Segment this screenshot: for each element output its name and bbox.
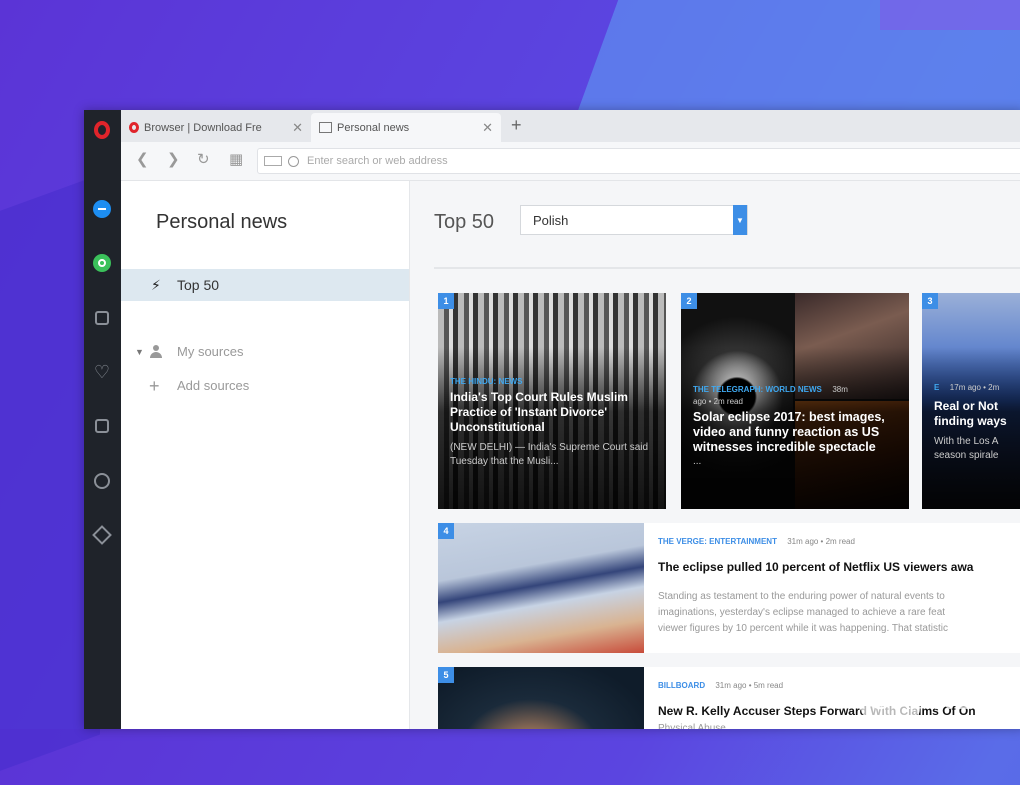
history-clock-icon[interactable] bbox=[92, 471, 112, 491]
lightning-icon: ⚡ bbox=[151, 276, 161, 293]
news-sidebar-panel: Personal news ⚡ Top 50 ▼ My sources + Ad… bbox=[121, 181, 410, 729]
tabs-grid-icon[interactable]: ▦ bbox=[229, 152, 243, 168]
plus-icon: + bbox=[149, 375, 160, 396]
news-source: BILLBOARD bbox=[658, 681, 706, 690]
news-headline[interactable]: Real or Not finding ways bbox=[934, 399, 1014, 429]
watermark-ok: OK bbox=[861, 684, 920, 716]
tab-bar: Browser | Download Fre ✕ Personal news ✕… bbox=[121, 110, 1020, 142]
news-source: THE HINDU: NEWS bbox=[450, 377, 523, 386]
selected-language: Polish bbox=[533, 212, 569, 228]
back-icon[interactable]: ❮ bbox=[136, 152, 149, 168]
tab-browser-download[interactable]: Browser | Download Fre ✕ bbox=[121, 113, 311, 142]
news-source: THE VERGE: ENTERTAINMENT bbox=[658, 537, 777, 546]
rank-badge: 5 bbox=[438, 667, 454, 683]
feed-heading: Top 50 bbox=[434, 211, 495, 233]
background-shape bbox=[880, 0, 1020, 30]
news-headline[interactable]: The eclipse pulled 10 percent of Netflix… bbox=[658, 560, 1020, 575]
news-thumbnail bbox=[438, 523, 644, 653]
news-headline[interactable]: India's Top Court Rules Muslim Practice … bbox=[450, 390, 658, 435]
opera-favicon-icon bbox=[129, 122, 139, 133]
page-badge-icon bbox=[264, 156, 282, 166]
rank-badge: 1 bbox=[438, 293, 454, 309]
news-excerpt: (NEW DELHI) — India's Supreme Court said… bbox=[450, 442, 649, 467]
speed-dial-icon[interactable] bbox=[92, 308, 112, 328]
news-meta: 31m ago • 2m read bbox=[787, 537, 855, 546]
watermark: SOFT- OK .NET bbox=[770, 684, 992, 716]
news-excerpt-line: imaginations, yesterday's eclipse manage… bbox=[658, 607, 946, 618]
bookmarks-heart-icon[interactable]: ♡ bbox=[92, 362, 112, 382]
personal-news-icon[interactable] bbox=[92, 416, 112, 436]
opera-sidebar: ♡ bbox=[84, 110, 121, 729]
news-source: THE TELEGRAPH: WORLD NEWS bbox=[693, 385, 822, 394]
nav-item-label: My sources bbox=[177, 344, 244, 359]
nav-item-my-sources[interactable]: ▼ My sources bbox=[135, 344, 243, 359]
tab-personal-news[interactable]: Personal news ✕ bbox=[311, 113, 501, 142]
nav-item-label: Top 50 bbox=[177, 277, 220, 293]
news-favicon-icon bbox=[319, 122, 332, 133]
news-excerpt: ... bbox=[693, 456, 702, 467]
news-meta: 17m ago • 2m bbox=[949, 383, 1000, 392]
new-tab-plus-icon[interactable]: + bbox=[511, 116, 522, 134]
chevron-down-icon[interactable]: ▼ bbox=[733, 205, 747, 235]
close-icon[interactable]: ✕ bbox=[482, 120, 493, 136]
panel-title: Personal news bbox=[156, 211, 288, 233]
news-excerpt: With the Los A season spirale bbox=[934, 436, 999, 461]
forward-icon[interactable]: ❯ bbox=[167, 152, 180, 168]
news-source: E bbox=[934, 383, 940, 392]
person-icon bbox=[149, 344, 163, 359]
nav-item-label: Add sources bbox=[177, 378, 250, 393]
divider bbox=[434, 267, 1020, 269]
opera-menu-icon[interactable] bbox=[92, 120, 112, 140]
extensions-cube-icon[interactable] bbox=[92, 525, 112, 545]
chevron-down-icon[interactable]: ▼ bbox=[135, 347, 149, 357]
news-thumbnail bbox=[438, 667, 644, 729]
address-field[interactable]: Enter search or web address bbox=[257, 148, 1020, 174]
address-toolbar: ❮ ❯ ↻ ▦ Enter search or web address bbox=[121, 142, 1020, 181]
rank-badge: 2 bbox=[681, 293, 697, 309]
news-excerpt-line: viewer figures by 10 percent while it wa… bbox=[658, 623, 948, 634]
watermark-text: .NET bbox=[923, 684, 992, 715]
news-meta: ago • 2m read bbox=[693, 397, 743, 406]
messenger-icon[interactable] bbox=[92, 199, 112, 219]
whatsapp-icon[interactable] bbox=[92, 253, 112, 273]
close-icon[interactable]: ✕ bbox=[292, 120, 303, 136]
browser-window: ♡ Browser | Download Fre ✕ Personal news… bbox=[84, 110, 1020, 729]
tab-title: Browser | Download Fre bbox=[144, 121, 262, 134]
news-excerpt-line: Standing as testament to the enduring po… bbox=[658, 591, 945, 602]
nav-item-top50[interactable]: ⚡ Top 50 bbox=[121, 269, 409, 301]
watermark-text: SOFT- bbox=[770, 684, 858, 715]
add-sources-button[interactable]: + Add sources bbox=[135, 375, 250, 396]
news-headline[interactable]: Solar eclipse 2017: best images, video a… bbox=[693, 410, 901, 455]
news-card[interactable]: 2 THE TELEGRAPH: WORLD NEWS 38m ago • 2m… bbox=[681, 293, 909, 509]
news-list-item[interactable]: 4 THE VERGE: ENTERTAINMENT 31m ago • 2m … bbox=[438, 523, 1020, 653]
news-excerpt-line: Physical Abuse bbox=[658, 723, 726, 729]
news-age: 38m bbox=[832, 385, 848, 394]
rank-badge: 4 bbox=[438, 523, 454, 539]
rank-badge: 3 bbox=[922, 293, 938, 309]
news-card[interactable]: 1 THE HINDU: NEWS India's Top Court Rule… bbox=[438, 293, 666, 509]
address-placeholder: Enter search or web address bbox=[307, 155, 448, 167]
news-card[interactable]: 3 E 17m ago • 2m Real or Not finding way… bbox=[922, 293, 1020, 509]
reload-icon[interactable]: ↻ bbox=[197, 152, 210, 168]
tab-title: Personal news bbox=[337, 121, 410, 134]
language-select[interactable]: Polish ▼ bbox=[520, 205, 748, 235]
search-icon bbox=[288, 155, 299, 167]
news-feed: Top 50 Polish ▼ 1 THE HINDU: NEWS India'… bbox=[410, 181, 1020, 729]
